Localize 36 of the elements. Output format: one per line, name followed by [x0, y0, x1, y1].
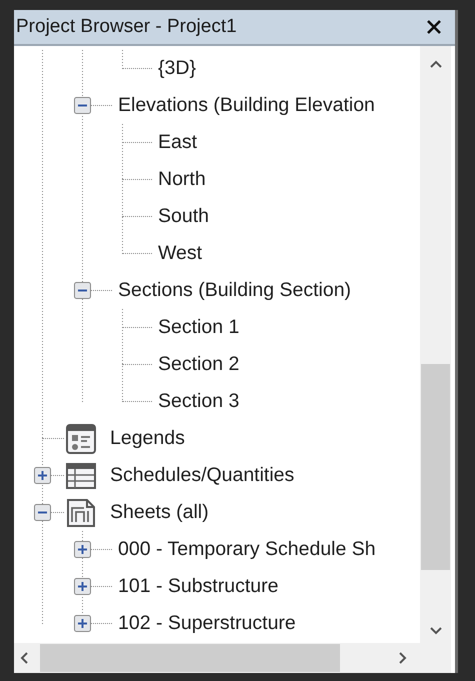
schedule-icon: [66, 460, 96, 490]
sheet-icon: [66, 498, 96, 528]
scroll-up-icon[interactable]: [430, 60, 442, 68]
tree-item[interactable]: Sections (Building Section): [114, 279, 352, 302]
tree-item[interactable]: Sheets (all): [110, 501, 209, 524]
tree-item[interactable]: Section 2: [154, 353, 240, 376]
tree-item[interactable]: 101 - Substructure: [114, 575, 278, 598]
vertical-scrollbar[interactable]: [420, 46, 451, 643]
tree-item[interactable]: South: [154, 205, 209, 228]
panel-title: Project Browser - Project1: [16, 16, 237, 38]
tree-item[interactable]: Legends: [110, 427, 185, 450]
close-icon[interactable]: [427, 20, 441, 34]
tree-item[interactable]: East: [154, 131, 198, 154]
tree-item[interactable]: North: [154, 168, 206, 191]
tree-item[interactable]: {3D}: [154, 57, 196, 80]
scroll-down-icon[interactable]: [430, 627, 442, 635]
tree-item[interactable]: West: [154, 242, 202, 265]
legend-icon: [66, 424, 96, 454]
expand-toggle[interactable]: [74, 541, 91, 558]
expand-toggle[interactable]: [74, 97, 91, 114]
scroll-thumb[interactable]: [421, 364, 450, 570]
scroll-right-icon[interactable]: [399, 652, 407, 664]
expand-toggle[interactable]: [74, 615, 91, 632]
expand-toggle[interactable]: [74, 578, 91, 595]
tree-item[interactable]: Elevations (Building Elevation: [114, 94, 375, 117]
expand-toggle[interactable]: [74, 282, 91, 299]
scroll-thumb[interactable]: [40, 644, 340, 672]
expand-toggle[interactable]: [34, 467, 51, 484]
scroll-left-icon[interactable]: [20, 652, 28, 664]
tree-item[interactable]: Section 1: [154, 316, 240, 339]
tree-item[interactable]: Schedules/Quantities: [110, 464, 294, 487]
tree-item[interactable]: 102 - Superstructure: [114, 612, 296, 635]
tree-item[interactable]: Section 3: [154, 390, 240, 413]
horizontal-scrollbar[interactable]: [14, 643, 451, 673]
expand-toggle[interactable]: [34, 504, 51, 521]
tree-item[interactable]: 000 - Temporary Schedule Sh: [114, 538, 376, 561]
